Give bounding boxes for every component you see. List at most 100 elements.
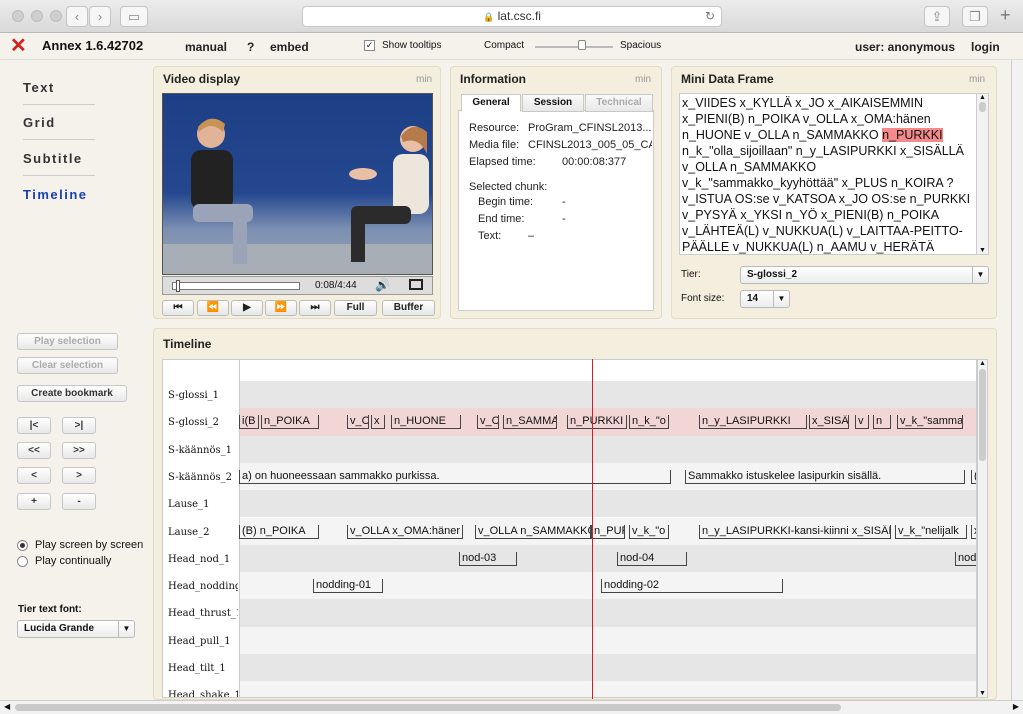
font-size-select[interactable]: 14 ▼ [740,290,790,308]
annotation-segment[interactable]: v_C [347,415,369,430]
page-horizontal-scrollbar[interactable]: ◀ ▶ [0,700,1023,714]
annotation-segment[interactable]: n_PURKKI [567,415,627,430]
share-icon[interactable]: ⇪ [924,6,950,27]
play-screen-radio[interactable] [17,540,28,551]
tier-label-7[interactable]: Head_nodding_ [168,581,238,592]
back-icon[interactable]: ‹ [66,6,88,27]
timeline-area[interactable]: S-glossi_1 S-glossi_2 S-käännös_1 S-käännös… [162,359,977,698]
login-link[interactable]: login [971,40,1000,54]
tier-label-1[interactable]: S-glossi_2 [168,417,238,428]
annotation-segment[interactable]: nod [955,551,976,566]
tab-general[interactable]: General [461,94,521,112]
annotation-segment[interactable]: (B) n_POIKA [239,524,319,539]
fullscreen-icon[interactable] [409,279,423,290]
annotation-segment[interactable]: a) on huoneessaan sammakko purkissa. [239,469,671,484]
annotation-segment[interactable]: x [371,415,385,430]
tier-label-5[interactable]: Lause_2 [168,527,238,538]
nav-grid[interactable]: Grid [23,115,56,130]
zoom-window-icon[interactable] [50,10,62,22]
annotation-segment[interactable]: v [855,415,869,430]
annotation-segment[interactable]: nodding-02 [601,579,783,594]
video-progress-thumb[interactable] [176,280,180,292]
step-back-button[interactable]: < [17,467,51,484]
tier-label-3[interactable]: S-käännös_2 [168,472,238,483]
tab-session[interactable]: Session [522,94,584,112]
tier-label-10[interactable]: Head_tilt_1 [168,663,238,674]
step-forward-button[interactable]: > [62,467,96,484]
annotation-segment[interactable]: v_k_"nelijalk [895,524,967,539]
tier-select[interactable]: S-glossi_2 ▼ [740,266,989,284]
fast-forward-button[interactable]: >> [62,442,96,459]
annotation-segment[interactable]: Sammakko istuskelee lasipurkin sisällä. [685,469,965,484]
video-progress-bar[interactable] [172,282,300,290]
skip-start-button[interactable]: ⏮ [162,300,194,316]
go-end-button[interactable]: >| [62,417,96,434]
tier-label-6[interactable]: Head_nod_1 [168,554,238,565]
information-min-link[interactable]: min [635,74,651,85]
play-selection-button[interactable]: Play selection [17,333,118,350]
play-button[interactable]: ▶ [231,300,263,316]
playhead-cursor[interactable] [592,359,593,699]
menu-embed[interactable]: embed [270,40,309,54]
scroll-right-icon[interactable]: ▶ [1013,702,1019,711]
annotation-segment[interactable]: n_y_LASIPURKKI [699,415,807,430]
annotation-segment[interactable]: x_SISÄ [809,415,849,430]
video-frame[interactable] [162,93,433,275]
forward-button[interactable]: ⏩ [265,300,297,316]
new-tab-icon[interactable]: + [1000,5,1011,26]
tier-label-8[interactable]: Head_thrust_1 [168,608,238,619]
tab-technical[interactable]: Technical [585,94,653,112]
annotation-segment[interactable]: n_PUR [591,524,625,539]
tier-label-0[interactable]: S-glossi_1 [168,390,238,401]
video-min-link[interactable]: min [416,74,432,85]
buffer-button[interactable]: Buffer [382,300,435,316]
annotation-segment[interactable]: v_OLLA x_OMA:häner [347,524,463,539]
mini-data-frame-min-link[interactable]: min [969,74,985,85]
scroll-down-icon[interactable]: ▼ [977,247,988,254]
scroll-down-icon[interactable]: ▼ [978,690,987,697]
reload-icon[interactable]: ↻ [705,7,715,26]
go-start-button[interactable]: |< [17,417,51,434]
page-scroll-thumb[interactable] [15,704,841,711]
tier-label-11[interactable]: Head_shake_1 [168,690,238,697]
timeline-scrollbar[interactable]: ▲ ▼ [977,359,988,698]
nav-timeline[interactable]: Timeline [23,187,88,202]
tabs-icon[interactable]: ❐ [962,6,988,27]
annotation-segment[interactable]: v_OLLA n_SAMMAKKO [475,524,591,539]
close-window-icon[interactable] [12,10,24,22]
full-button[interactable]: Full [334,300,377,316]
annotation-segment[interactable]: v_k_"o [629,524,669,539]
mini-scroll-thumb[interactable] [979,102,986,112]
mini-scrollbar[interactable]: ▲ ▼ [976,94,988,254]
annotation-segment[interactable]: n_POIKA [261,415,319,430]
volume-icon[interactable]: 🔊 [375,278,390,292]
play-continually-radio[interactable] [17,556,28,567]
forward-icon[interactable]: › [89,6,111,27]
zoom-out-button[interactable]: - [62,493,96,510]
gloss-highlight[interactable]: n_PURKKI [882,128,943,142]
menu-manual[interactable]: manual [185,40,227,54]
annotation-segment[interactable]: v_C [477,415,499,430]
zoom-in-button[interactable]: + [17,493,51,510]
scroll-up-icon[interactable]: ▲ [978,360,987,367]
clear-selection-button[interactable]: Clear selection [17,357,118,374]
page-vertical-scrollbar[interactable] [1011,60,1023,700]
minimize-window-icon[interactable] [31,10,43,22]
annotation-segment[interactable]: v_k_"samma [897,415,963,430]
tier-label-9[interactable]: Head_pull_1 [168,636,238,647]
annotation-segment[interactable]: n_k_"o [629,415,669,430]
timeline-scroll-thumb[interactable] [979,369,986,461]
annotation-segment[interactable]: nod-04 [617,551,687,566]
density-slider-track[interactable] [535,46,613,48]
annotation-segment[interactable]: nod-03 [459,551,517,566]
scroll-left-icon[interactable]: ◀ [4,702,10,711]
skip-end-button[interactable]: ⏭ [299,300,331,316]
menu-help[interactable]: ? [247,40,254,54]
scroll-up-icon[interactable]: ▲ [977,94,988,101]
annotation-segment[interactable]: n_y_LASIPURKKI-kansi-kiinni x_SISÄLI [699,524,891,539]
nav-text[interactable]: Text [23,80,55,95]
create-bookmark-button[interactable]: Create bookmark [17,385,127,402]
show-tooltips-checkbox[interactable]: ✓ [364,40,375,51]
sidebar-icon[interactable]: ▭ [120,6,148,27]
density-slider-thumb[interactable] [578,40,586,50]
